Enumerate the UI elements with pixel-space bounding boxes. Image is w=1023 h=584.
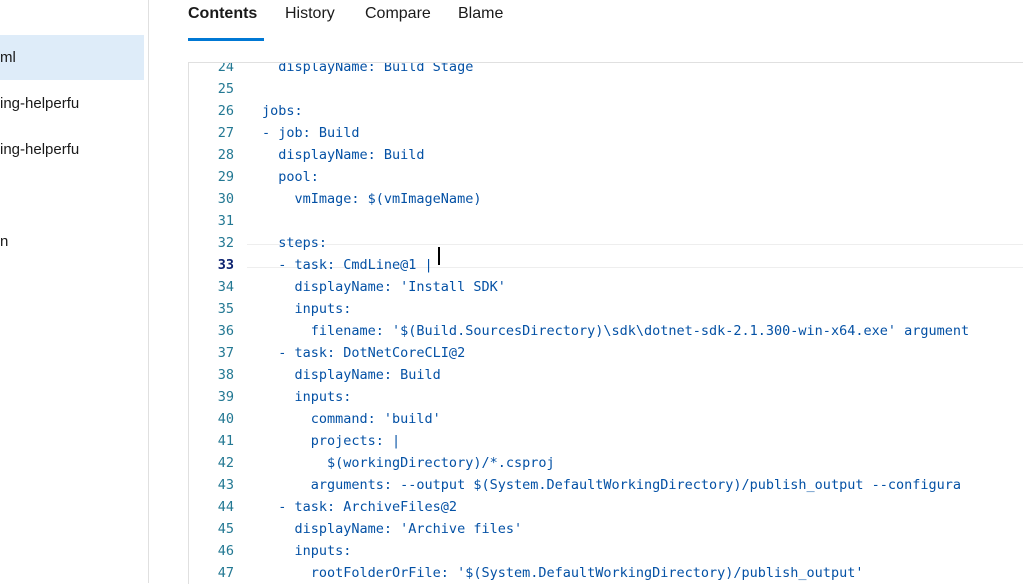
code-line: 43 arguments: --output $(System.DefaultW… [189, 474, 1023, 496]
file-tree-item[interactable]: n [0, 219, 144, 264]
line-number: 33 [217, 257, 234, 273]
file-tree-item-label: ing-helperfu [0, 95, 80, 112]
line-number: 38 [217, 367, 234, 383]
code-line: 29 pool: [189, 166, 1023, 188]
code-text: displayName: Build [262, 367, 441, 383]
code-line: 38 displayName: Build [189, 364, 1023, 386]
code-text: pool: [262, 169, 319, 185]
code-line: 25 [189, 78, 1023, 100]
line-number: 45 [217, 521, 234, 537]
line-number: 29 [217, 169, 234, 185]
line-number: 34 [217, 279, 234, 295]
code-line: 44 - task: ArchiveFiles@2 [189, 496, 1023, 518]
code-line: 27 - job: Build [189, 122, 1023, 144]
line-number: 37 [217, 345, 234, 361]
line-number: 28 [217, 147, 234, 163]
text-cursor [438, 247, 440, 265]
code-text: - task: DotNetCoreCLI@2 [262, 345, 466, 361]
line-number: 32 [217, 235, 234, 251]
line-number: 44 [217, 499, 234, 515]
file-tree-item-label: ing-helperfu [0, 141, 80, 158]
code-editor[interactable]: 24 displayName: Build Stage 25 26 jobs: 27 - … [188, 62, 1023, 584]
code-line: 32 steps: [189, 232, 1023, 254]
line-number: 40 [217, 411, 234, 427]
line-number: 41 [217, 433, 234, 449]
code-text: arguments: --output $(System.DefaultWork… [262, 477, 961, 493]
code-line: 45 displayName: 'Archive files' [189, 518, 1023, 540]
code-text: command: 'build' [262, 411, 441, 427]
file-tree-item-label: n [0, 233, 9, 250]
code-text: displayName: 'Install SDK' [262, 279, 506, 295]
code-line: 37 - task: DotNetCoreCLI@2 [189, 342, 1023, 364]
code-text: - job: Build [262, 125, 360, 141]
file-tree-item-selected[interactable]: ml [0, 35, 144, 80]
tab-compare[interactable]: Compare [365, 5, 431, 23]
line-number: 30 [217, 191, 234, 207]
file-tree-item[interactable]: ing-helperfu [0, 127, 144, 172]
line-number: 27 [217, 125, 234, 141]
code-text: rootFolderOrFile: '$(System.DefaultWorki… [262, 565, 864, 581]
code-text: jobs: [262, 103, 303, 119]
line-number: 47 [217, 565, 234, 581]
code-line: 42 $(workingDirectory)/*.csproj [189, 452, 1023, 474]
line-number: 36 [217, 323, 234, 339]
code-line: 30 vmImage: $(vmImageName) [189, 188, 1023, 210]
code-line: 39 inputs: [189, 386, 1023, 408]
code-line: 36 filename: '$(Build.SourcesDirectory)\… [189, 320, 1023, 342]
line-number: 24 [217, 62, 234, 75]
file-tree-sidebar: ml ing-helperfu ing-helperfu n [0, 0, 149, 583]
tab-contents[interactable]: Contents [188, 5, 257, 23]
line-number: 42 [217, 455, 234, 471]
code-text: vmImage: $(vmImageName) [262, 191, 482, 207]
active-tab-indicator [188, 38, 264, 41]
code-text: inputs: [262, 543, 352, 559]
code-text: projects: | [262, 433, 401, 449]
line-number: 35 [217, 301, 234, 317]
code-line: 31 [189, 210, 1023, 232]
line-number: 31 [217, 213, 234, 229]
line-number: 46 [217, 543, 234, 559]
code-line: 34 displayName: 'Install SDK' [189, 276, 1023, 298]
code-text: inputs: [262, 389, 352, 405]
code-text: inputs: [262, 301, 352, 317]
line-number: 25 [217, 81, 234, 97]
tab-blame[interactable]: Blame [458, 5, 503, 23]
code-text: displayName: Build Stage [262, 62, 474, 75]
code-line: 28 displayName: Build [189, 144, 1023, 166]
file-tree-item-label: ml [0, 49, 16, 66]
code-text: - task: ArchiveFiles@2 [262, 499, 458, 515]
code-text: displayName: Build [262, 147, 425, 163]
code-line: 40 command: 'build' [189, 408, 1023, 430]
tab-history[interactable]: History [285, 5, 335, 23]
code-text: displayName: 'Archive files' [262, 521, 523, 537]
code-text: $(workingDirectory)/*.csproj [262, 455, 555, 471]
code-text: steps: [262, 235, 328, 251]
code-line: 41 projects: | [189, 430, 1023, 452]
code-line: 46 inputs: [189, 540, 1023, 562]
file-tree-item[interactable]: ing-helperfu [0, 81, 144, 126]
code-text: - task: CmdLine@1 | [262, 257, 433, 273]
line-number: 43 [217, 477, 234, 493]
code-line: 47 rootFolderOrFile: '$(System.DefaultWo… [189, 562, 1023, 584]
code-text: filename: '$(Build.SourcesDirectory)\sdk… [262, 323, 970, 339]
line-number: 39 [217, 389, 234, 405]
code-line: 24 displayName: Build Stage [189, 62, 1023, 78]
line-number: 26 [217, 103, 234, 119]
code-line: 35 inputs: [189, 298, 1023, 320]
code-line: 26 jobs: [189, 100, 1023, 122]
code-line: 33 - task: CmdLine@1 | [189, 254, 1023, 276]
